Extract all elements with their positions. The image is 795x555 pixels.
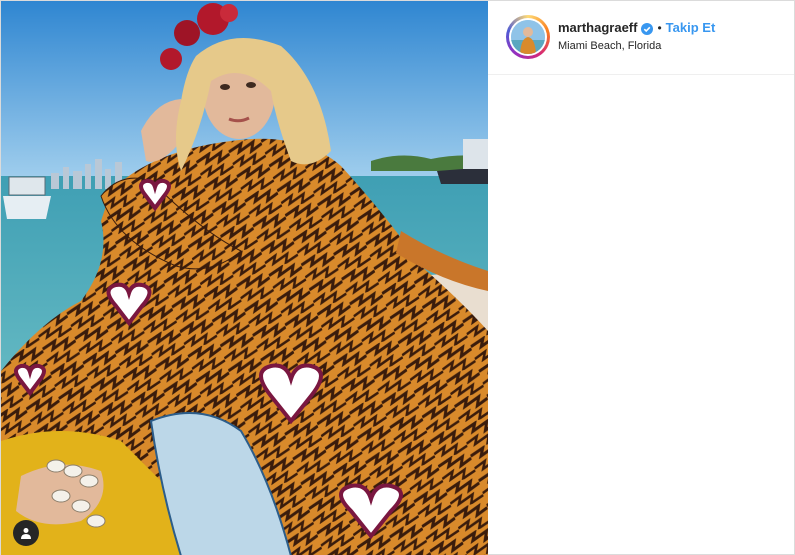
follow-button[interactable]: Takip Et [666, 20, 716, 35]
location-link[interactable]: Miami Beach, Florida [558, 40, 661, 52]
post-dialog: marthagraeff • Takip Et Miami Beach, Flo… [0, 0, 795, 555]
post-header: marthagraeff • Takip Et Miami Beach, Flo… [488, 1, 794, 75]
post-sidebar: marthagraeff • Takip Et Miami Beach, Flo… [488, 1, 794, 554]
user-icon [20, 527, 32, 539]
post-photo[interactable] [1, 1, 488, 555]
user-row: marthagraeff • Takip Et [558, 20, 715, 35]
avatar[interactable] [506, 15, 550, 59]
separator-dot: • [657, 20, 662, 35]
username-link[interactable]: marthagraeff [558, 20, 637, 35]
tagged-user-button[interactable] [13, 520, 39, 546]
avatar-image [511, 20, 545, 54]
avatar-border [509, 18, 547, 56]
post-photo-image [1, 1, 488, 555]
verified-badge-icon [641, 22, 654, 35]
